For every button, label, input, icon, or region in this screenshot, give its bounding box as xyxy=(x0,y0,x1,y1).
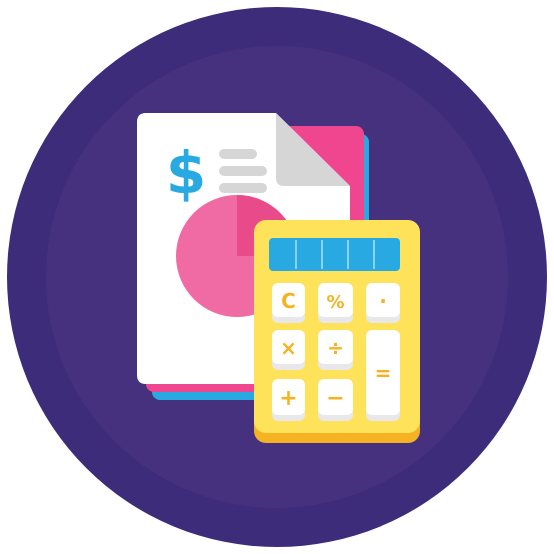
key-divide: ÷ xyxy=(318,330,353,370)
key-clear: C xyxy=(272,283,305,323)
key-minus: − xyxy=(318,379,353,421)
svg-text:=: = xyxy=(375,361,392,385)
key-plus: + xyxy=(272,379,305,421)
key-equals: = xyxy=(366,330,400,421)
svg-text:−: − xyxy=(326,386,344,411)
calculator-display xyxy=(269,238,400,271)
key-percent: % xyxy=(318,283,353,323)
svg-text:+: + xyxy=(279,386,297,411)
text-line-2 xyxy=(219,166,267,176)
svg-text:C: C xyxy=(281,289,296,313)
key-dot: · xyxy=(366,283,400,323)
text-line-1 xyxy=(219,149,257,159)
key-multiply: × xyxy=(272,330,305,370)
svg-text:%: % xyxy=(326,292,344,313)
dollar-icon: $ xyxy=(166,139,206,207)
svg-text:·: · xyxy=(379,289,387,313)
calculator-icon: C % · × ÷ = + − xyxy=(254,220,420,443)
financial-calculator-icon: $ C % · × ÷ = + − xyxy=(7,7,547,547)
svg-text:×: × xyxy=(280,336,297,360)
text-line-3 xyxy=(219,183,267,193)
svg-text:÷: ÷ xyxy=(327,336,344,360)
